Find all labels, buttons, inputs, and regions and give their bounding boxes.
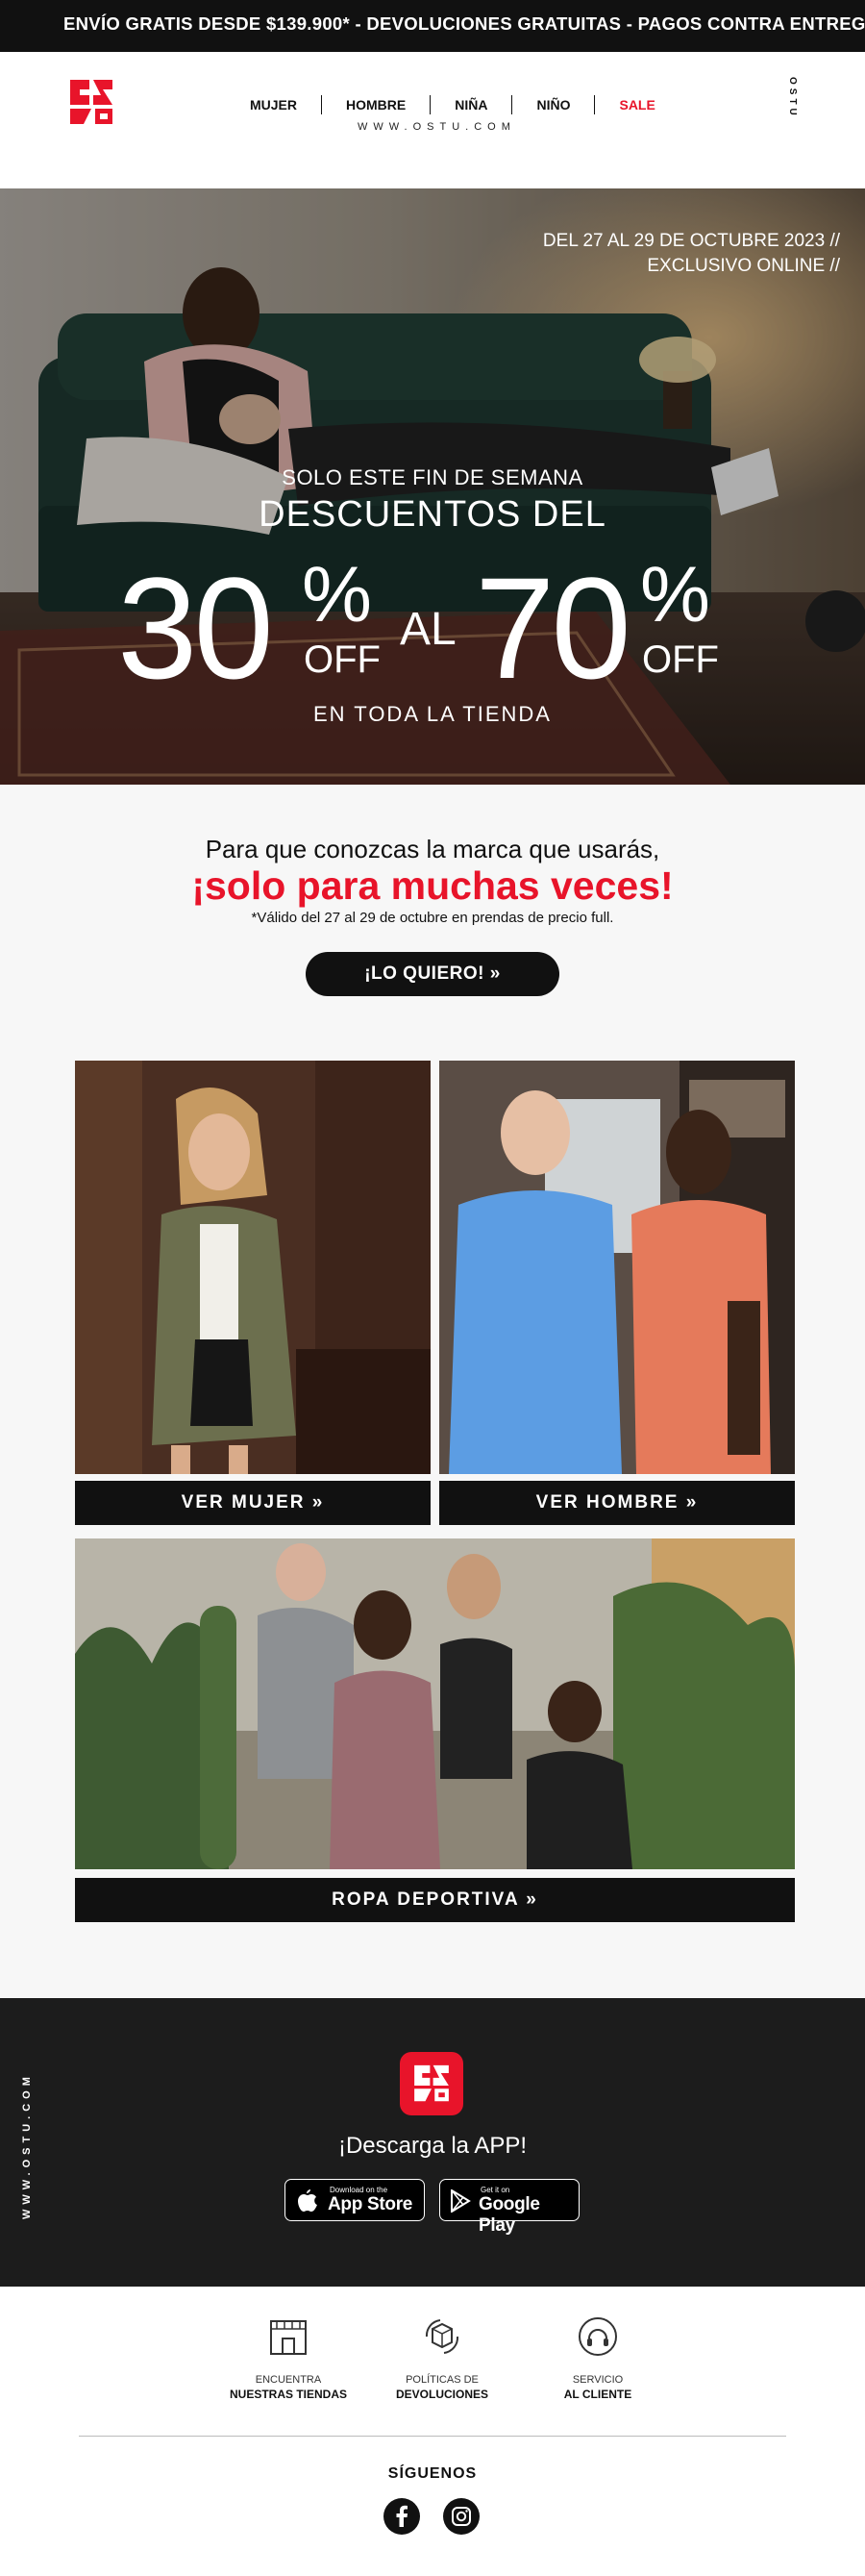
- promo-disclaimer: *Válido del 27 al 29 de octubre en prend…: [251, 910, 614, 926]
- announcement-text: ENVÍO GRATIS DESDE $139.900* - DEVOLUCIO…: [63, 13, 865, 34]
- ropa-deportiva-button[interactable]: ROPA DEPORTIVA »: [75, 1878, 795, 1922]
- al-label: AL: [400, 604, 457, 655]
- hero-subtitle: SOLO ESTE FIN DE SEMANA: [282, 465, 583, 489]
- ver-hombre-button[interactable]: VER HOMBRE »: [439, 1481, 795, 1525]
- ostu-logo-icon[interactable]: [67, 77, 115, 127]
- percent-symbol-1: %: [302, 551, 372, 638]
- hero-date: DEL 27 AL 29 DE OCTUBRE 2023 // EXCLUSIV…: [543, 229, 840, 279]
- service-customer-line2: AL CLIENTE: [563, 2388, 632, 2401]
- service-stores-line1: ENCUENTRA: [255, 2374, 322, 2386]
- sport-photo-image: [75, 1538, 795, 1869]
- service-stores-line2: NUESTRAS TIENDAS: [229, 2388, 347, 2401]
- side-brand-text: OSTU: [787, 77, 798, 119]
- discount-to: 70: [475, 547, 631, 709]
- lo-quiero-button[interactable]: ¡LO QUIERO! »: [306, 952, 559, 996]
- instagram-icon[interactable]: [443, 2498, 480, 2535]
- returns-box-icon: [425, 2319, 459, 2354]
- promo-headline: ¡solo para muchas veces!: [191, 863, 674, 908]
- main-nav: MUJER HOMBRE NIÑA NIÑO SALE: [226, 90, 680, 119]
- service-returns-line2: DEVOLUCIONES: [395, 2388, 488, 2401]
- app-logo-icon[interactable]: [400, 2052, 463, 2115]
- ver-mujer-button[interactable]: VER MUJER »: [75, 1481, 431, 1525]
- service-customer-line1: SERVICIO: [572, 2374, 624, 2386]
- off-label-2: OFF: [642, 638, 719, 681]
- service-stores[interactable]: ENCUENTRA NUESTRAS TIENDAS: [216, 2315, 360, 2401]
- facebook-icon[interactable]: [383, 2498, 420, 2535]
- women-category-photo[interactable]: [75, 1061, 431, 1474]
- app-store-button[interactable]: Download on the App Store: [284, 2179, 425, 2221]
- google-play-small-text: Get it on: [481, 2186, 510, 2194]
- percent-symbol-2: %: [640, 551, 710, 638]
- headset-icon: [579, 2317, 617, 2356]
- site-header: MUJER HOMBRE NIÑA NIÑO SALE WWW.OSTU.COM…: [0, 52, 865, 188]
- google-play-name: Google Play: [479, 2194, 540, 2236]
- hero-date-line1: DEL 27 AL 29 DE OCTUBRE 2023 //: [542, 231, 840, 251]
- promo-line1: Para que conozcas la marca que usarás,: [205, 835, 660, 863]
- nav-nino[interactable]: NIÑO: [511, 95, 594, 114]
- google-play-button[interactable]: Get it on Google Play: [439, 2179, 580, 2236]
- app-store-small-text: Download on the: [330, 2186, 388, 2194]
- off-label-1: OFF: [304, 638, 381, 681]
- announcement-bar: ENVÍO GRATIS DESDE $139.900* - DEVOLUCIO…: [0, 0, 865, 52]
- hero-date-line2: EXCLUSIVO ONLINE //: [647, 256, 840, 276]
- nav-sale[interactable]: SALE: [594, 95, 679, 114]
- nav-mujer[interactable]: MUJER: [226, 95, 321, 114]
- service-customer[interactable]: SERVICIO AL CLIENTE: [526, 2315, 670, 2401]
- promo-section: Para que conozcas la marca que usarás, ¡…: [0, 785, 865, 1035]
- site-url: WWW.OSTU.COM: [358, 121, 516, 133]
- discount-from: 30: [117, 547, 274, 709]
- service-footer: ENCUENTRA NUESTRAS TIENDAS POLÍTICAS DE …: [0, 2287, 865, 2576]
- hero-banner[interactable]: DEL 27 AL 29 DE OCTUBRE 2023 // EXCLUSIV…: [0, 188, 865, 785]
- hero-footnote: EN TODA LA TIENDA: [313, 702, 552, 726]
- footer-divider: [79, 2436, 786, 2437]
- service-returns-line1: POLÍTICAS DE: [406, 2374, 479, 2386]
- google-play-icon: [451, 2189, 471, 2213]
- siguenos-title: SÍGUENOS: [387, 2465, 478, 2482]
- store-icon: [270, 2320, 307, 2355]
- hero-title: DESCUENTOS DEL: [259, 494, 606, 535]
- men-photo-image: [439, 1061, 795, 1474]
- sport-category-photo[interactable]: [75, 1538, 795, 1869]
- nav-nina[interactable]: NIÑA: [430, 95, 511, 114]
- app-store-name: App Store: [328, 2194, 413, 2214]
- service-returns[interactable]: POLÍTICAS DE DEVOLUCIONES: [370, 2315, 514, 2401]
- apple-icon: [298, 2189, 317, 2212]
- women-photo-image: [75, 1061, 431, 1474]
- download-app-text: ¡Descarga la APP!: [337, 2133, 528, 2159]
- nav-hombre[interactable]: HOMBRE: [321, 95, 430, 114]
- men-category-photo[interactable]: [439, 1061, 795, 1474]
- app-download-section: WWW.OSTU.COM ¡Descarga la APP! Download …: [0, 1998, 865, 2287]
